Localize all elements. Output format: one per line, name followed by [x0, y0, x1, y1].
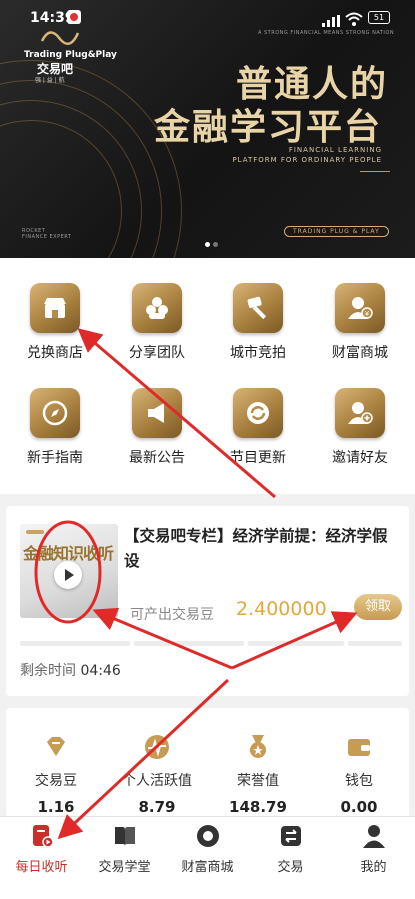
- banner-corner-text: ROCKET FINANCE EXPERT: [22, 228, 71, 240]
- activity-pulse-icon: [145, 735, 169, 759]
- refresh-icon: [233, 388, 283, 438]
- signal-icon: [322, 12, 340, 31]
- menu-label: 新手指南: [27, 450, 83, 466]
- battery-icon: 51: [368, 11, 390, 24]
- remaining-label: 剩余时间: [20, 663, 76, 679]
- banner-pill: TRADING PLUG & PLAY: [284, 226, 389, 237]
- menu-item-program-update[interactable]: 节目更新: [208, 388, 308, 467]
- progress-segment: [348, 641, 402, 646]
- tab-label: 财富商城: [181, 860, 234, 875]
- stat-label: 个人活跃值: [122, 773, 192, 789]
- banner-slogan-small: A STRONG FINANCIAL MEANS STRONG NATION: [258, 30, 395, 36]
- wifi-icon: [345, 11, 363, 30]
- menu-item-city-auction[interactable]: 城市竞拍: [208, 283, 308, 362]
- remaining-value: 04:46: [80, 663, 121, 679]
- tab-wealth-mall[interactable]: 财富商城: [166, 823, 249, 875]
- menu-label: 节目更新: [230, 450, 286, 466]
- daily-listen-icon: [32, 825, 54, 848]
- banner-subtitle-line1: FINANCIAL LEARNING: [288, 146, 382, 154]
- invite-user-icon: [335, 388, 385, 438]
- tab-mine[interactable]: 我的: [332, 823, 415, 875]
- stat-value: 8.79: [138, 798, 176, 816]
- remaining-time: 剩余时间 04:46: [20, 660, 121, 680]
- auction-hammer-icon: [233, 283, 283, 333]
- team-icon: [132, 283, 182, 333]
- exchange-icon: [280, 826, 301, 846]
- tab-daily-listen[interactable]: 每日收听: [0, 823, 83, 875]
- user-stats-card: 交易豆 1.16 个人活跃值 8.79 荣誉值 148.79 钱包 0.00: [6, 708, 409, 818]
- compass-icon: [30, 388, 80, 438]
- stat-label: 交易豆: [35, 773, 77, 789]
- listen-article-card[interactable]: 金融知识收听 【交易吧专栏】经济学前提：经济学假设 可产出交易豆 2.40000…: [6, 506, 409, 696]
- menu-label: 兑换商店: [27, 345, 83, 361]
- menu-label: 邀请好友: [332, 450, 388, 466]
- store-icon: [196, 825, 219, 847]
- wallet-icon: [348, 739, 370, 756]
- article-thumbnail[interactable]: 金融知识收听: [20, 524, 118, 618]
- stat-activity[interactable]: 个人活跃值 8.79: [107, 734, 207, 816]
- menu-item-latest-notice[interactable]: 最新公告: [107, 388, 207, 467]
- stat-honor[interactable]: 荣誉值 148.79: [208, 734, 308, 816]
- thumb-logo-icon: [26, 530, 44, 534]
- menu-label: 最新公告: [129, 450, 185, 466]
- brand-logo-en: Trading Plug&Play: [24, 50, 117, 60]
- banner-subtitle-line2: PLATFORM FOR ORDINARY PEOPLE: [232, 156, 382, 164]
- tab-label: 交易: [277, 860, 304, 875]
- carousel-dot-active[interactable]: [205, 242, 210, 247]
- wealth-user-icon: ¥: [335, 283, 385, 333]
- tab-label: 我的: [360, 860, 387, 875]
- brand-logo-tag: 强 | 益 | 航: [35, 77, 65, 84]
- play-icon: [65, 569, 74, 581]
- diamond-icon: [47, 737, 65, 756]
- medal-icon: [250, 735, 266, 758]
- stat-label: 钱包: [345, 773, 373, 789]
- function-menu: 兑换商店 分享团队 城市竞拍 ¥ 财富商城 新手指南 最新公告 节目更新 邀请好…: [0, 258, 415, 494]
- produce-label: 可产出交易豆: [130, 607, 214, 623]
- stat-wallet[interactable]: 钱包 0.00: [309, 734, 409, 816]
- menu-item-share-team[interactable]: 分享团队: [107, 283, 207, 362]
- shop-icon: [30, 283, 80, 333]
- play-button[interactable]: [54, 561, 82, 589]
- menu-item-beginner-guide[interactable]: 新手指南: [5, 388, 105, 467]
- menu-label: 财富商城: [332, 345, 388, 361]
- stat-value: 0.00: [340, 798, 378, 816]
- stat-label: 荣誉值: [237, 773, 279, 789]
- banner-divider: [360, 171, 390, 172]
- stat-value: 1.16: [37, 798, 75, 816]
- progress-segment: [20, 641, 130, 646]
- menu-item-exchange-store[interactable]: 兑换商店: [5, 283, 105, 362]
- menu-label: 城市竞拍: [230, 345, 286, 361]
- tab-trading-school[interactable]: 交易学堂: [83, 823, 166, 875]
- bottom-tab-bar: 每日收听 交易学堂 财富商城 交易 我的: [0, 816, 415, 899]
- tab-label: 交易学堂: [98, 860, 151, 875]
- article-title[interactable]: 【交易吧专栏】经济学前提：经济学假设: [124, 524, 399, 574]
- banner-subtitle: FINANCIAL LEARNING PLATFORM FOR ORDINARY…: [220, 145, 382, 165]
- svg-text:¥: ¥: [365, 310, 370, 318]
- menu-item-invite-friends[interactable]: 邀请好友: [310, 388, 410, 467]
- banner-corner-line2: FINANCE EXPERT: [22, 234, 72, 240]
- battery-level: 51: [373, 13, 385, 22]
- carousel-dot[interactable]: [213, 242, 218, 247]
- progress-segment: [134, 641, 244, 646]
- tab-trade[interactable]: 交易: [249, 823, 332, 875]
- stat-value: 148.79: [229, 798, 287, 816]
- menu-item-wealth-mall[interactable]: ¥ 财富商城: [310, 283, 410, 362]
- menu-label: 分享团队: [129, 345, 185, 361]
- app-badge-icon: [67, 10, 81, 24]
- profile-icon: [362, 825, 385, 848]
- progress-segment: [248, 641, 344, 646]
- hero-banner[interactable]: 14:39 51 Trading Plug&Play 交易吧 强 | 益 | 航…: [0, 0, 415, 258]
- stat-beans[interactable]: 交易豆 1.16: [6, 734, 106, 816]
- banner-headline-line2: 金融学习平台: [154, 107, 383, 148]
- bean-amount: 2.400000: [236, 598, 327, 620]
- tab-label: 每日收听: [15, 860, 68, 875]
- megaphone-icon: [132, 388, 182, 438]
- book-icon: [114, 827, 135, 846]
- claim-button[interactable]: 领取: [354, 594, 402, 620]
